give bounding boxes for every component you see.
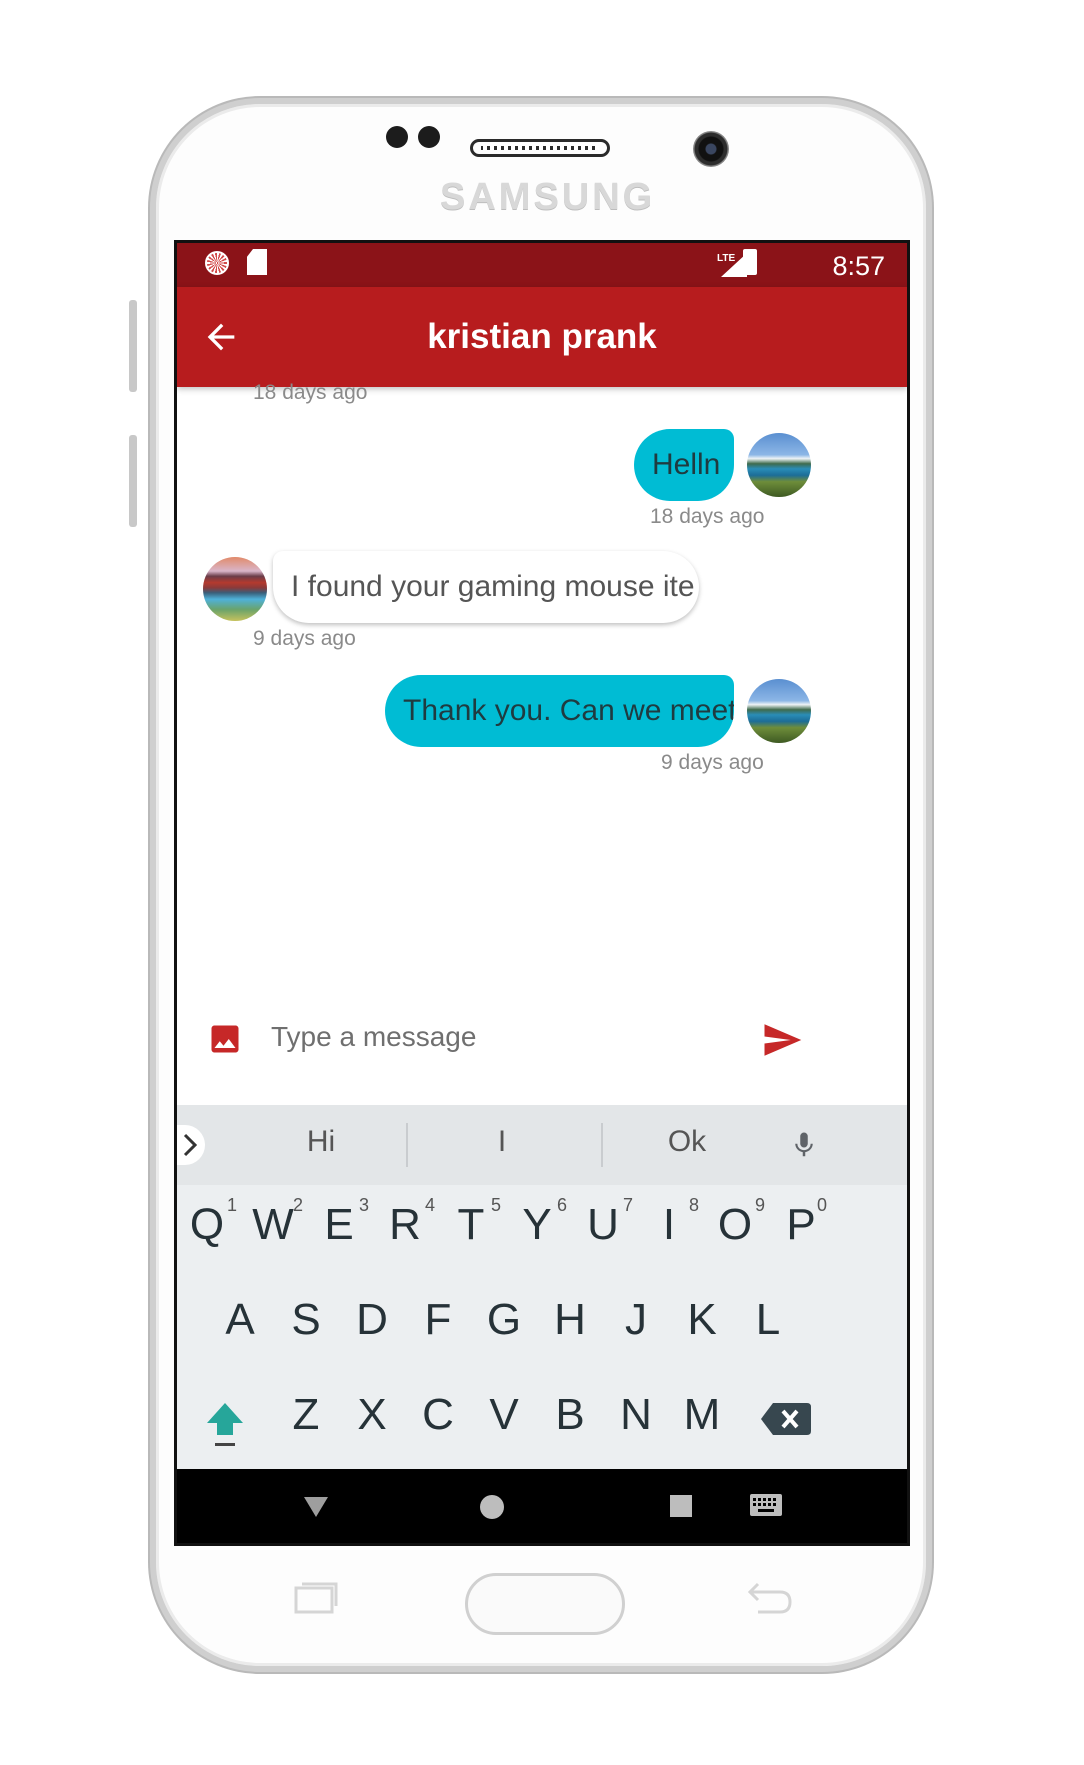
key-g[interactable]: G xyxy=(474,1295,534,1345)
key-k[interactable]: K xyxy=(672,1295,732,1345)
shift-key[interactable] xyxy=(195,1395,255,1455)
microphone-icon xyxy=(795,1132,813,1157)
message-timestamp: 9 days ago xyxy=(253,627,356,650)
key-n[interactable]: N xyxy=(606,1390,666,1440)
status-bar: LTE 8:57 xyxy=(177,243,907,287)
message-timestamp: 9 days ago xyxy=(661,751,764,774)
key-c[interactable]: C xyxy=(408,1390,468,1440)
hardware-recents-icon xyxy=(292,1580,338,1624)
app-bar: kristian prank xyxy=(177,287,907,387)
message-input[interactable]: Type a message xyxy=(271,1021,476,1053)
front-camera xyxy=(693,131,729,167)
key-h[interactable]: H xyxy=(540,1295,600,1345)
notification-icon xyxy=(205,251,229,275)
key-x[interactable]: X xyxy=(342,1390,402,1440)
key-v[interactable]: V xyxy=(474,1390,534,1440)
key-f[interactable]: F xyxy=(408,1295,468,1345)
voice-input-button[interactable] xyxy=(789,1125,819,1165)
message-composer: Type a message xyxy=(177,989,907,1091)
avatar[interactable] xyxy=(747,433,811,497)
key-hint: 0 xyxy=(817,1195,828,1215)
divider xyxy=(601,1123,603,1167)
message-bubble-outgoing[interactable]: Thank you. Can we meet xyxy=(385,675,734,747)
earpiece-speaker xyxy=(470,139,610,157)
backspace-icon xyxy=(761,1403,811,1435)
key-m[interactable]: M xyxy=(672,1390,732,1440)
status-time: 8:57 xyxy=(832,251,885,281)
light-sensor xyxy=(418,126,440,148)
lte-label: LTE xyxy=(717,253,735,264)
send-icon xyxy=(764,1024,802,1056)
key-hint: 9 xyxy=(755,1195,766,1215)
suggestion-item[interactable]: Hi xyxy=(261,1125,381,1159)
key-b[interactable]: B xyxy=(540,1390,600,1440)
key-hint: 3 xyxy=(359,1195,370,1215)
message-bubble-incoming[interactable]: I found your gaming mouse ite xyxy=(273,551,699,623)
key-hint: 2 xyxy=(293,1195,304,1215)
expand-toolbar-button[interactable] xyxy=(177,1125,205,1165)
screen: LTE 8:57 kristian prank 18 days ago Hell… xyxy=(174,240,910,1546)
nav-recents-button[interactable] xyxy=(670,1495,692,1517)
key-j[interactable]: J xyxy=(606,1295,666,1345)
system-nav-bar xyxy=(177,1469,907,1543)
key-hint: 4 xyxy=(425,1195,436,1215)
key-hint: 7 xyxy=(623,1195,634,1215)
avatar[interactable] xyxy=(203,557,267,621)
keyboard-switch-button[interactable] xyxy=(749,1493,783,1524)
divider xyxy=(406,1123,408,1167)
attach-image-button[interactable] xyxy=(207,1021,247,1061)
send-button[interactable] xyxy=(761,1019,805,1063)
proximity-sensor xyxy=(386,126,408,148)
key-hint: 5 xyxy=(491,1195,502,1215)
sd-card-icon xyxy=(247,249,267,275)
suggestion-strip: Hi I Ok xyxy=(177,1105,907,1185)
key-l[interactable]: L xyxy=(738,1295,798,1345)
suggestion-item[interactable]: Ok xyxy=(627,1125,747,1159)
message-list[interactable]: 18 days ago Helln 18 days ago I found yo… xyxy=(177,381,907,1093)
battery-icon xyxy=(743,249,757,275)
key-a[interactable]: A xyxy=(210,1295,270,1345)
brand-logo: SAMSUNG xyxy=(440,176,656,218)
hardware-home-button xyxy=(465,1573,625,1635)
image-icon xyxy=(211,1025,239,1053)
triangle-down-icon xyxy=(304,1497,328,1517)
conversation-title: kristian prank xyxy=(427,317,657,356)
message-timestamp: 18 days ago xyxy=(253,381,368,404)
key-hint: 8 xyxy=(689,1195,700,1215)
keyboard-icon xyxy=(750,1494,782,1516)
shift-icon xyxy=(207,1403,243,1446)
key-hint: 1 xyxy=(227,1195,238,1215)
key-s[interactable]: S xyxy=(276,1295,336,1345)
volume-down-button xyxy=(129,435,137,527)
key-z[interactable]: Z xyxy=(276,1390,336,1440)
nav-home-button[interactable] xyxy=(480,1495,504,1519)
message-timestamp: 18 days ago xyxy=(650,505,765,528)
nav-back-button[interactable] xyxy=(302,1495,330,1524)
message-bubble-outgoing[interactable]: Helln xyxy=(634,429,734,501)
key-hint: 6 xyxy=(557,1195,568,1215)
key-d[interactable]: D xyxy=(342,1295,402,1345)
suggestion-item[interactable]: I xyxy=(442,1125,562,1159)
volume-up-button xyxy=(129,300,137,392)
hardware-back-icon xyxy=(744,1580,794,1624)
backspace-key[interactable] xyxy=(759,1397,813,1441)
avatar[interactable] xyxy=(747,679,811,743)
chevron-right-icon xyxy=(183,1133,198,1157)
